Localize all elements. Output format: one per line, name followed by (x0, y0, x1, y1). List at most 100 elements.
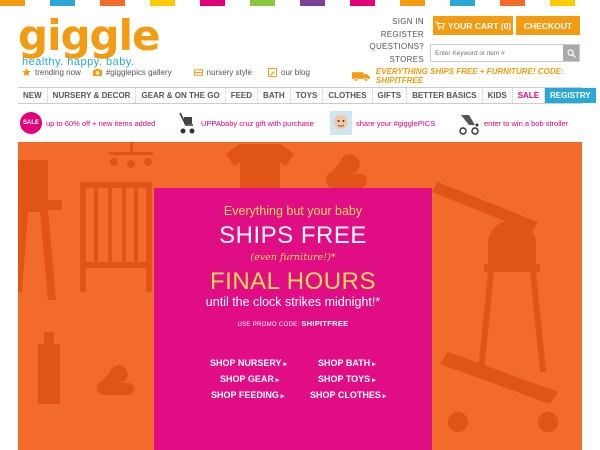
promo-strip: SALE up to 60% off + new items added UPP… (18, 108, 582, 138)
search-button[interactable] (563, 45, 579, 61)
stripe-segment (75, 0, 100, 6)
bob-stroller-promo[interactable]: enter to win a bob stroller (458, 111, 568, 135)
shop-feeding-link[interactable]: SHOP FEEDING (211, 390, 284, 400)
search-icon (566, 48, 576, 58)
hero-final-hours: FINAL HOURS (210, 268, 376, 295)
giggle-logo[interactable]: giggle (18, 15, 160, 57)
stripe-segment (125, 0, 150, 6)
star-icon (22, 68, 31, 77)
gigglepics-gallery-label: #gigglepics gallery (105, 68, 172, 77)
gigglepics-gallery-link[interactable]: #gigglepics gallery (92, 68, 172, 77)
stripe-segment (275, 0, 300, 6)
share-promo[interactable]: share your #gigglePICS (330, 111, 435, 135)
camera-icon (92, 68, 102, 77)
rubber-duck-silhouette (326, 154, 368, 188)
hero-deadline: until the clock strikes midnight!* (205, 295, 381, 309)
cart-button[interactable]: YOUR CART (0) (433, 16, 513, 35)
cart-icon (434, 21, 445, 30)
bob-stroller-promo-text: enter to win a bob stroller (484, 118, 569, 128)
shop-bath-link[interactable]: SHOP BATH (318, 358, 376, 368)
stores-link[interactable]: STORES (362, 54, 424, 67)
high-chair-silhouette (18, 160, 62, 300)
shop-clothes-link[interactable]: SHOP CLOTHES (310, 390, 386, 400)
stripe-segment (575, 0, 600, 6)
onesie-silhouette (226, 144, 294, 188)
checkout-label: CHECKOUT (523, 20, 573, 31)
hero-line-1: Everything but your baby (223, 204, 363, 218)
duck-silhouette (96, 365, 135, 395)
shop-toys-link[interactable]: SHOP TOYS (318, 374, 376, 384)
uppababy-promo-text: UPPAbaby cruz gift with purchase (201, 118, 314, 128)
promo-panel: Everything but your baby SHIPS FREE (eve… (154, 188, 432, 450)
stripe-segment (100, 0, 125, 6)
trending-now-link[interactable]: trending now (22, 68, 81, 77)
nav-feed[interactable]: FEED (226, 88, 259, 103)
share-promo-text: share your #gigglePICS (356, 118, 436, 128)
trending-now-label: trending now (35, 68, 81, 77)
stripe-segment (200, 0, 225, 6)
shop-gear-link[interactable]: SHOP GEAR (220, 374, 279, 384)
sale-promo-text: up to 60% off + new items added (46, 118, 156, 128)
shipping-promo[interactable]: EVERYTHING SHIPS FREE + FURNITURE! CODE:… (352, 67, 600, 85)
baby-photo-icon (330, 111, 352, 135)
nav-bath[interactable]: BATH (258, 88, 291, 103)
stripe-segment (450, 0, 475, 6)
stripe-segment (250, 0, 275, 6)
hero-banner[interactable]: Everything but your baby SHIPS FREE (eve… (18, 142, 582, 450)
pencil-icon (268, 68, 277, 77)
stripe-segment (350, 0, 375, 6)
hero-subline: (even furniture!)* (250, 252, 336, 263)
nursery-style-link[interactable]: nursery style (193, 68, 252, 77)
nav-sale[interactable]: SALE (513, 88, 546, 103)
nav-gifts[interactable]: GIFTS (373, 88, 408, 103)
jogging-stroller-icon (459, 115, 479, 135)
search-box (430, 44, 580, 62)
shipping-promo-text: EVERYTHING SHIPS FREE + FURNITURE! CODE:… (375, 67, 564, 85)
sale-promo[interactable]: SALE up to 60% off + new items added (20, 112, 155, 134)
color-stripe (0, 0, 600, 6)
promo-code: SHIPITFREE (301, 319, 349, 328)
stripe-segment (0, 0, 25, 6)
questions-link[interactable]: QUESTIONS? (362, 41, 424, 54)
search-input[interactable] (431, 45, 563, 61)
nav-registry[interactable]: REGISTRY (545, 88, 596, 103)
nav-better-basics[interactable]: BETTER BASICS (407, 88, 483, 103)
stripe-segment (425, 0, 450, 6)
sign-in-link[interactable]: SIGN IN (362, 16, 424, 29)
utility-links: SIGN IN REGISTER QUESTIONS? STORES (362, 16, 424, 66)
tagline: healthy. happy. baby. (22, 56, 135, 68)
promo-code-prefix: USE PROMO CODE: (237, 322, 300, 328)
checkout-button[interactable]: CHECKOUT (516, 16, 580, 35)
shop-nursery-link[interactable]: SHOP NURSERY (210, 358, 287, 368)
stripe-segment (325, 0, 350, 6)
stripe-segment (475, 0, 500, 6)
our-blog-label: our blog (281, 68, 310, 77)
hero-promo-code: USE PROMO CODE: SHIPITFREE (154, 319, 432, 328)
sub-links: trending now #gigglepics gallery nursery… (22, 68, 310, 77)
nav-nursery-decor[interactable]: NURSERY & DECOR (48, 88, 137, 103)
stripe-segment (525, 0, 550, 6)
stripe-segment (50, 0, 75, 6)
stripe-segment (150, 0, 175, 6)
stripe-segment (175, 0, 200, 6)
stripe-segment (500, 0, 525, 6)
truck-icon (352, 71, 370, 82)
stripe-segment (550, 0, 575, 6)
uppababy-promo[interactable]: UPPAbaby cruz gift with purchase (175, 111, 314, 135)
crib-silhouette (80, 182, 152, 292)
main-nav: NEW NURSERY & DECOR GEAR & ON THE GO FEE… (18, 87, 596, 104)
stripe-segment (25, 0, 50, 6)
wooden-highchair-silhouette (478, 220, 546, 372)
nav-clothes[interactable]: CLOTHES (323, 88, 373, 103)
nav-new[interactable]: NEW (18, 88, 48, 103)
register-link[interactable]: REGISTER (362, 29, 424, 42)
nursery-style-label: nursery style (206, 68, 252, 77)
our-blog-link[interactable]: our blog (268, 68, 310, 77)
mobile-silhouette (109, 142, 153, 155)
nav-toys[interactable]: TOYS (291, 88, 324, 103)
stripe-segment (225, 0, 250, 6)
nav-gear-on-the-go[interactable]: GEAR & ON THE GO (136, 88, 226, 103)
couch-icon (193, 69, 203, 76)
nav-kids[interactable]: KIDS (483, 88, 513, 103)
stripe-segment (400, 0, 425, 6)
